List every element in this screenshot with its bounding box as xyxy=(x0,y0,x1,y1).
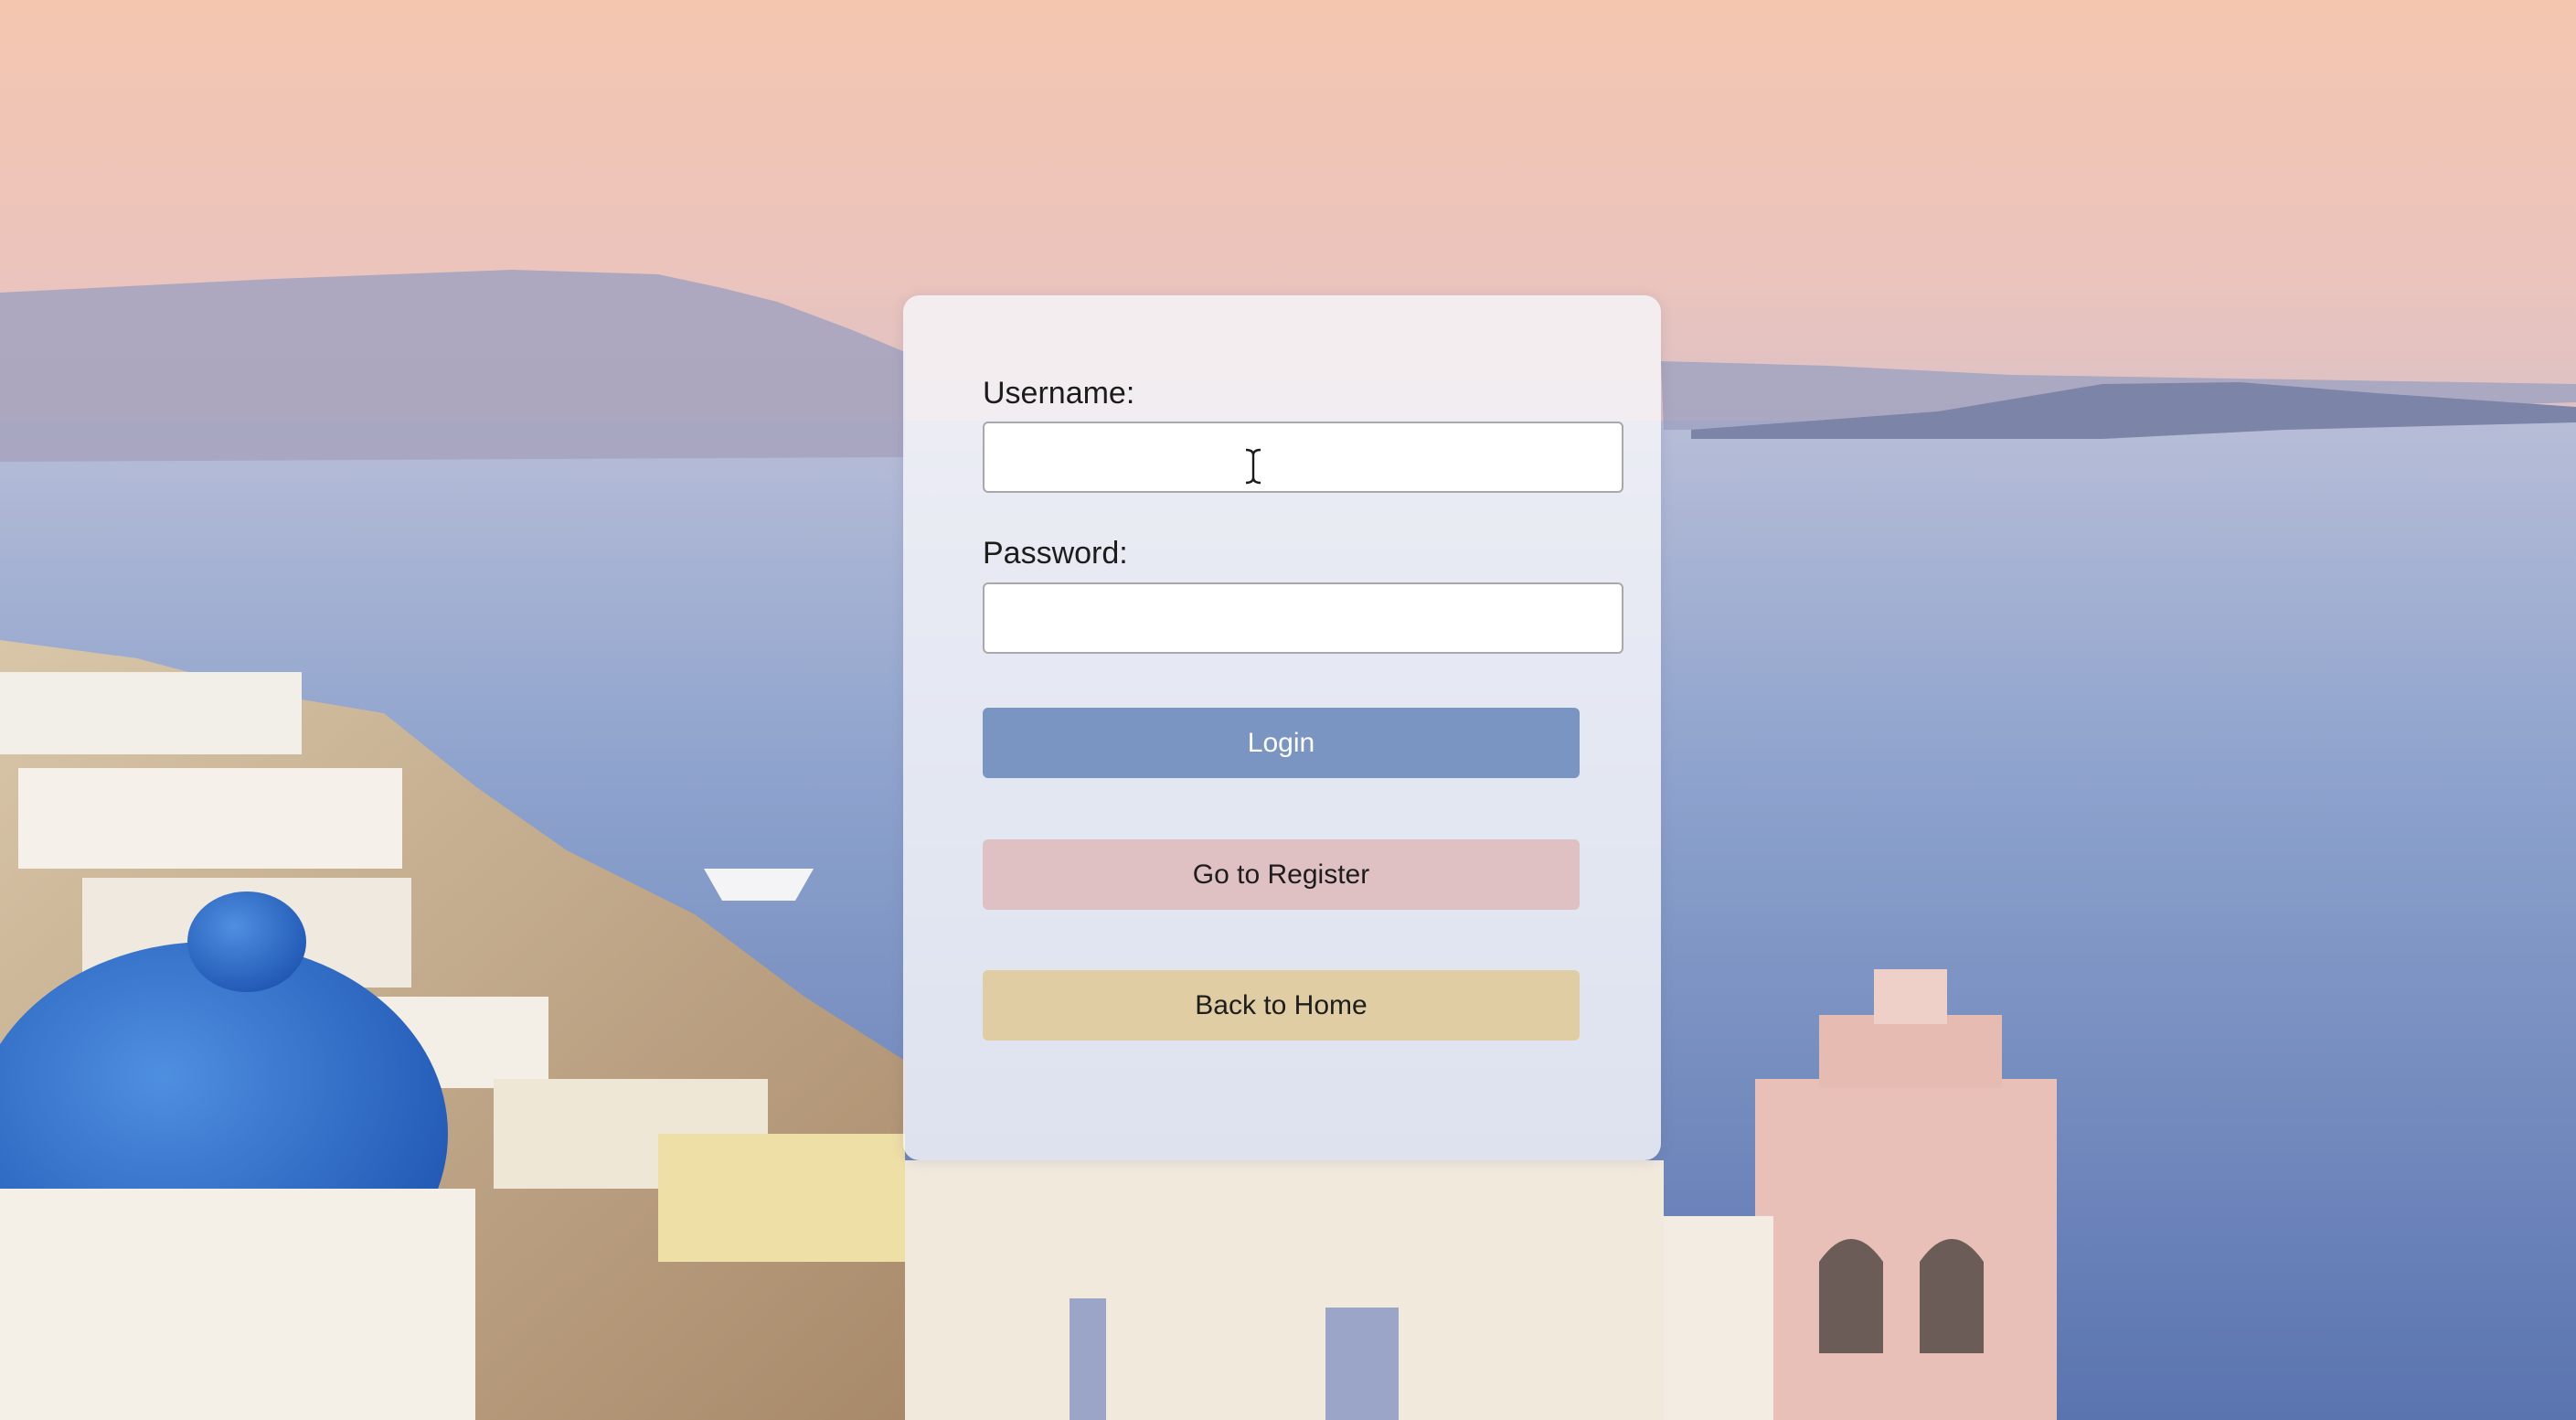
username-label: Username: xyxy=(983,376,1135,411)
username-input[interactable] xyxy=(983,422,1623,493)
login-page: Username: Password: Login Go to Register… xyxy=(0,0,2576,1420)
password-input[interactable] xyxy=(983,582,1623,654)
back-to-home-button[interactable]: Back to Home xyxy=(983,970,1580,1041)
text-cursor-icon xyxy=(1245,448,1261,485)
go-to-register-button[interactable]: Go to Register xyxy=(983,839,1580,910)
password-label: Password: xyxy=(983,536,1128,571)
login-button[interactable]: Login xyxy=(983,708,1580,778)
login-card: Username: Password: Login Go to Register… xyxy=(903,295,1661,1160)
